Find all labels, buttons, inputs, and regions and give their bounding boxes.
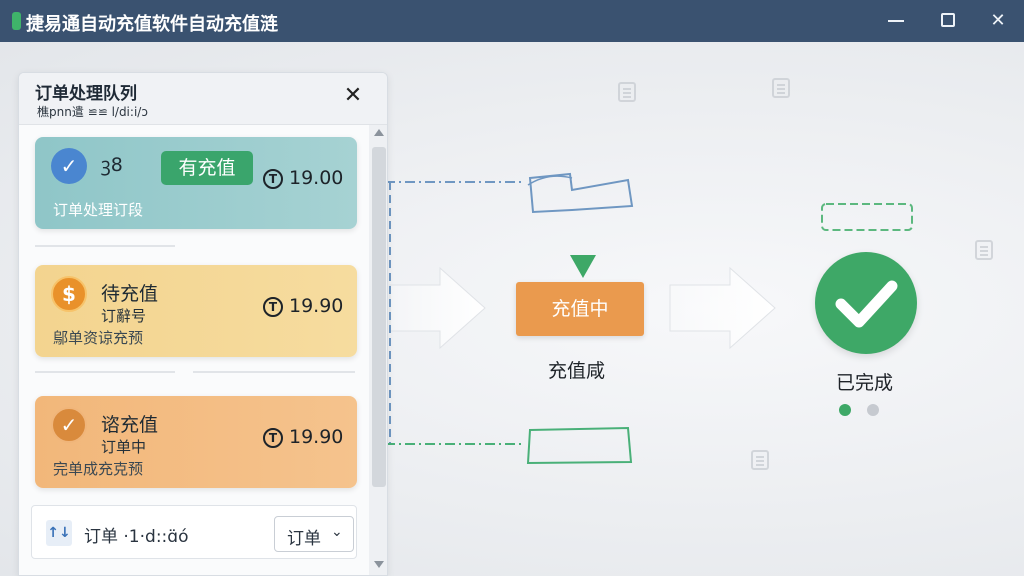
card-description: 完单成充克预	[53, 460, 144, 478]
order-card[interactable]: ✓ ꝫ8 有充值 T 19.00 订单处理订段	[35, 137, 357, 229]
check-icon: ✓	[51, 407, 87, 443]
filter-summary: 订单 ·1·d::ɑ̈ó	[84, 527, 189, 547]
stage-caption: 充值咸	[548, 360, 606, 382]
amount-value: 19.90	[289, 295, 344, 317]
divider	[35, 245, 175, 247]
queue-scrollbar[interactable]	[369, 125, 387, 575]
panel-close-button[interactable]: ✕	[341, 85, 365, 109]
divider	[35, 371, 175, 373]
completed-check-icon	[815, 252, 917, 354]
scroll-thumb[interactable]	[372, 147, 386, 487]
divider	[193, 371, 355, 373]
dollar-icon: $	[51, 276, 87, 312]
flow-arrow-1	[389, 266, 486, 350]
order-queue-panel: 订单处理队列 樵pnn遣 ≌≌ l/di:i/ɔ ✕ ✓ ꝫ8 有充值 T 19.…	[18, 72, 388, 576]
status-badge: 有充值	[161, 151, 253, 185]
check-icon	[835, 280, 898, 328]
scroll-up-icon[interactable]	[374, 129, 384, 136]
panel-subtitle: 樵pnn遣 ≌≌ l/di:i/ɔ	[37, 105, 148, 119]
coin-icon: T	[263, 428, 283, 448]
card-description: 订单处理订段	[53, 201, 144, 219]
scroll-down-icon[interactable]	[374, 561, 384, 568]
card-order-number: 订辭号	[101, 307, 147, 325]
order-amount: T 19.00	[263, 167, 343, 189]
panel-title: 订单处理队列	[35, 84, 137, 104]
order-amount: T 19.90	[263, 426, 343, 448]
amount-value: 19.90	[289, 426, 344, 448]
stage-in-progress-box: 充值中	[516, 282, 644, 336]
sort-icon[interactable]: ↑↓	[46, 520, 72, 546]
card-status-label: 待充值	[101, 283, 159, 305]
card-status-label: 谘充值	[101, 414, 159, 436]
blue-sketch-box	[528, 172, 634, 214]
order-card[interactable]: ✓ 谘充值 订单中 T 19.90 完单成充克预	[35, 396, 357, 488]
green-sketch-box	[526, 426, 633, 465]
chevron-down-icon: ⌄	[331, 524, 343, 540]
order-card[interactable]: $ 待充值 订辭号 T 19.90 鄔单资谅充预	[35, 265, 357, 357]
card-label: ꝫ8	[101, 154, 123, 176]
queue-filter-bar: ↑↓ 订单 ·1·d::ɑ̈ó 订单 ⌄	[31, 505, 357, 559]
order-filter-dropdown[interactable]: 订单 ⌄	[274, 516, 354, 552]
dropdown-selected-value: 订单	[287, 529, 321, 549]
check-icon: ✓	[51, 148, 87, 184]
card-order-state: 订单中	[101, 438, 147, 456]
panel-header: 订单处理队列 樵pnn遣 ≌≌ l/di:i/ɔ ✕	[19, 73, 387, 125]
coin-icon: T	[263, 297, 283, 317]
amount-value: 19.00	[289, 167, 344, 189]
coin-icon: T	[263, 169, 283, 189]
order-amount: T 19.90	[263, 295, 343, 317]
green-dashed-box	[821, 203, 913, 231]
green-pointer-icon	[570, 255, 596, 278]
pager-dot-active[interactable]	[839, 404, 851, 416]
flow-arrow-2	[669, 266, 776, 350]
card-description: 鄔单资谅充预	[53, 329, 144, 347]
done-caption: 已完成	[836, 372, 894, 394]
pager-dot[interactable]	[867, 404, 879, 416]
